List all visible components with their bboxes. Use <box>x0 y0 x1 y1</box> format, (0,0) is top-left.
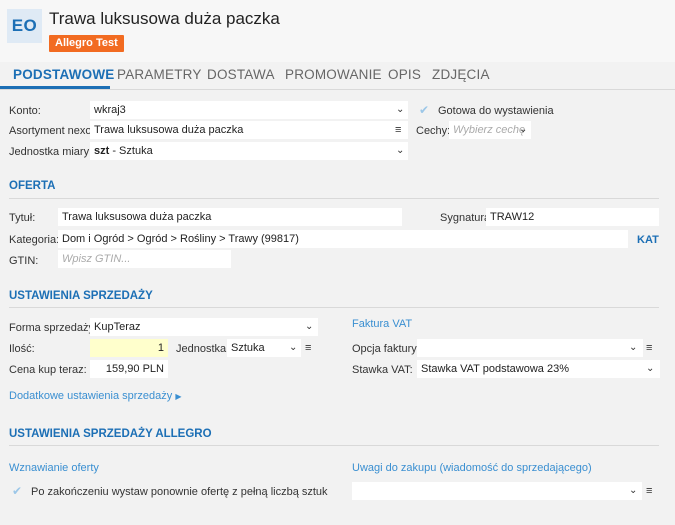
asortyment-label: Asortyment nexo: <box>9 125 95 137</box>
tab-parametry[interactable]: PARAMETRY <box>117 67 202 82</box>
active-tab-indicator <box>0 86 110 89</box>
jednostka-label: Jednostka: <box>176 343 230 355</box>
menu-icon[interactable]: ≡ <box>305 339 311 357</box>
sygnatura-value: TRAW12 <box>490 211 535 223</box>
sygnatura-field[interactable]: TRAW12 <box>486 208 659 226</box>
uwagi-heading: Uwagi do zakupu (wiadomość do sprzedając… <box>352 462 592 474</box>
chevron-down-icon[interactable]: ⌄ <box>305 318 313 336</box>
stawka-vat-label: Stawka VAT: <box>352 364 413 376</box>
forma-select[interactable]: KupTeraz <box>90 318 318 336</box>
uwagi-select[interactable] <box>352 482 642 500</box>
cechy-label: Cechy: <box>416 125 451 137</box>
tab-podstawowe[interactable]: PODSTAWOWE <box>13 67 115 82</box>
cena-label: Cena kup teraz: <box>9 364 87 376</box>
chevron-down-icon[interactable]: ⌄ <box>629 482 637 500</box>
stawka-vat-value: Stawka VAT podstawowa 23% <box>421 363 569 375</box>
menu-icon[interactable]: ≡ <box>395 121 401 139</box>
cena-value: 159,90 <box>105 363 140 375</box>
divider <box>9 307 659 308</box>
opcja-faktury-select[interactable] <box>417 339 643 357</box>
menu-icon[interactable]: ≡ <box>646 339 652 357</box>
gtin-field[interactable]: Wpisz GTIN... <box>58 250 231 268</box>
menu-icon[interactable]: ≡ <box>646 482 652 500</box>
section-sprzedaz-heading: USTAWIENIA SPRZEDAŻY <box>9 290 153 302</box>
tab-opis[interactable]: OPIS <box>388 67 421 82</box>
wznawianie-heading: Wznawianie oferty <box>9 462 99 474</box>
chevron-down-icon[interactable]: ⌄ <box>646 360 654 378</box>
jednostka-miary-select[interactable]: szt - Sztuka <box>90 142 408 160</box>
asortyment-field[interactable]: Trawa luksusowa duża paczka <box>90 121 408 139</box>
asortyment-value: Trawa luksusowa duża paczka <box>94 124 244 136</box>
forma-label: Forma sprzedaży: <box>9 322 98 334</box>
kategoria-field[interactable]: Dom i Ogród > Ogród > Rośliny > Trawy (9… <box>58 230 628 248</box>
tab-zdjecia[interactable]: ZDJĘCIA <box>432 67 490 82</box>
wznawianie-option[interactable]: Po zakończeniu wystaw ponownie ofertę z … <box>31 486 328 498</box>
tab-dostawa[interactable]: DOSTAWA <box>207 67 275 82</box>
kat-button[interactable]: KAT <box>637 234 659 246</box>
ilosc-field[interactable]: 1 <box>90 339 168 357</box>
tytul-field[interactable]: Trawa luksusowa duża paczka <box>58 208 402 226</box>
chevron-down-icon[interactable]: ⌄ <box>629 339 637 357</box>
cena-field[interactable]: 159,90 PLN <box>90 360 168 378</box>
forma-value: KupTeraz <box>94 321 141 333</box>
currency-label: PLN <box>142 363 164 375</box>
jednostka-code: szt <box>94 145 110 157</box>
jednostka-miary-label: Jednostka miary: <box>9 146 93 158</box>
initials-avatar: EO <box>7 9 42 43</box>
gtin-placeholder: Wpisz GTIN... <box>62 253 131 265</box>
chevron-down-icon[interactable]: ⌄ <box>289 339 297 357</box>
chevron-down-icon[interactable]: ⌄ <box>396 101 404 119</box>
ilosc-value: 1 <box>157 342 164 354</box>
dodatkowe-link-label: Dodatkowe ustawienia sprzedaży <box>9 390 173 402</box>
cechy-placeholder: Wybierz cechę <box>453 124 526 136</box>
jednostka-value: Sztuka <box>231 342 265 354</box>
opcja-faktury-label: Opcja faktury: <box>352 343 420 355</box>
konto-select[interactable]: wkraj3 <box>90 101 408 119</box>
chevron-right-icon: ▶ <box>175 392 182 401</box>
ilosc-label: Ilość: <box>9 343 35 355</box>
gtin-label: GTIN: <box>9 255 39 267</box>
konto-value: wkraj3 <box>94 104 126 116</box>
chevron-down-icon[interactable]: ⌄ <box>519 121 527 139</box>
gotowa-label: Gotowa do wystawienia <box>438 105 554 117</box>
checkmark-icon[interactable]: ✔ <box>12 484 22 498</box>
jednostka-name: - Sztuka <box>109 145 153 157</box>
konto-label: Konto: <box>9 105 41 117</box>
chevron-down-icon[interactable]: ⌄ <box>396 142 404 160</box>
page-title: Trawa luksusowa duża paczka <box>49 9 280 28</box>
tytul-value: Trawa luksusowa duża paczka <box>62 211 212 223</box>
dodatkowe-link[interactable]: Dodatkowe ustawienia sprzedaży ▶ <box>9 390 181 402</box>
tab-promowanie[interactable]: PROMOWANIE <box>285 67 382 82</box>
account-badge: Allegro Test <box>49 35 124 52</box>
section-allegro-heading: USTAWIENIA SPRZEDAŻY ALLEGRO <box>9 428 212 440</box>
offer-header: EO Trawa luksusowa duża paczka Allegro T… <box>0 0 675 62</box>
divider <box>9 198 659 199</box>
faktura-heading: Faktura VAT <box>352 318 413 330</box>
section-oferta-heading: OFERTA <box>9 180 56 192</box>
kategoria-label: Kategoria: <box>9 234 60 246</box>
divider <box>9 445 659 446</box>
tytul-label: Tytuł: <box>9 212 36 224</box>
kategoria-value: Dom i Ogród > Ogród > Rośliny > Trawy (9… <box>62 233 299 245</box>
stawka-vat-select[interactable]: Stawka VAT podstawowa 23% <box>417 360 660 378</box>
